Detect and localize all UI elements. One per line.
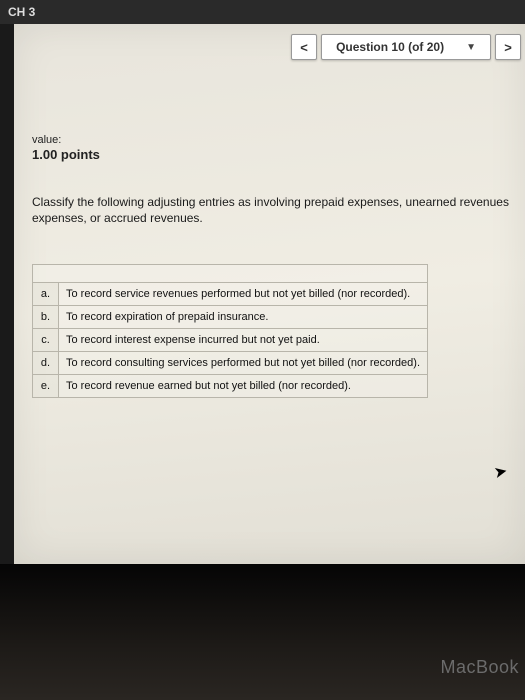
chevron-left-icon: < [300, 40, 308, 55]
points-value: 1.00 points [32, 147, 100, 162]
table-header-strip [33, 265, 428, 283]
table-row: d. To record consulting services perform… [33, 352, 428, 375]
device-bezel: MacBook [0, 564, 525, 700]
table-row: a. To record service revenues performed … [33, 283, 428, 306]
prev-question-button[interactable]: < [291, 34, 317, 60]
question-page: < Question 10 (of 20) ▼ > value: 1.00 po… [14, 24, 525, 564]
table-row: c. To record interest expense incurred b… [33, 329, 428, 352]
cursor-icon: ➤ [492, 461, 509, 483]
row-letter: e. [33, 375, 59, 398]
question-instruction: Classify the following adjusting entries… [32, 194, 525, 226]
chevron-right-icon: > [504, 40, 512, 55]
row-text: To record expiration of prepaid insuranc… [59, 306, 428, 329]
table-row: b. To record expiration of prepaid insur… [33, 306, 428, 329]
row-text: To record interest expense incurred but … [59, 329, 428, 352]
row-text: To record revenue earned but not yet bil… [59, 375, 428, 398]
question-nav: < Question 10 (of 20) ▼ > [291, 34, 521, 60]
row-letter: d. [33, 352, 59, 375]
chapter-label: CH 3 [8, 5, 35, 19]
row-letter: b. [33, 306, 59, 329]
points-block: value: 1.00 points [32, 134, 100, 162]
answer-table: a. To record service revenues performed … [32, 264, 428, 398]
question-selector-dropdown[interactable]: Question 10 (of 20) ▼ [321, 34, 491, 60]
chevron-down-icon: ▼ [466, 42, 476, 53]
app-top-bar: CH 3 [0, 0, 525, 24]
row-text: To record consulting services performed … [59, 352, 428, 375]
row-letter: c. [33, 329, 59, 352]
value-label: value: [32, 134, 100, 146]
device-label: MacBook [440, 657, 519, 678]
table-row: e. To record revenue earned but not yet … [33, 375, 428, 398]
question-position-label: Question 10 (of 20) [336, 40, 444, 54]
row-text: To record service revenues performed but… [59, 283, 428, 306]
next-question-button[interactable]: > [495, 34, 521, 60]
row-letter: a. [33, 283, 59, 306]
